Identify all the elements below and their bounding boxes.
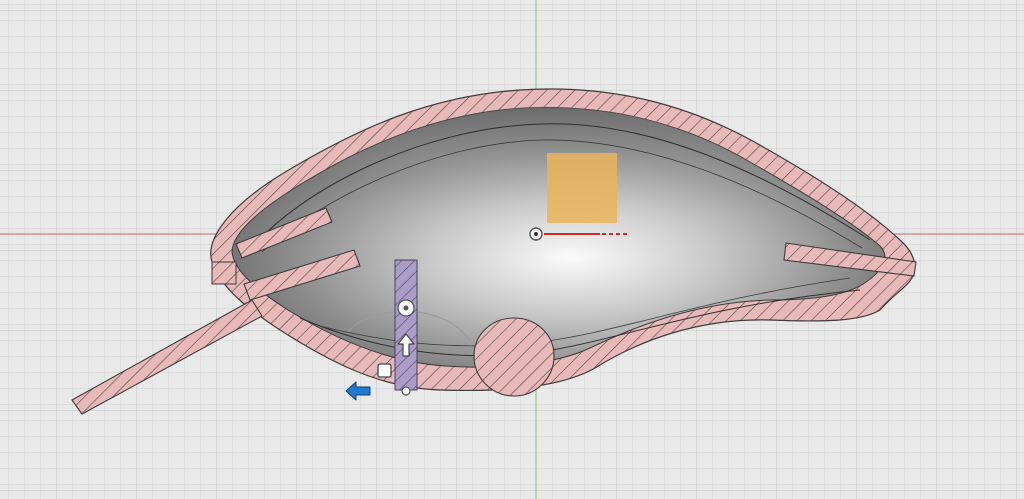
section-plane-manipulator[interactable] <box>394 259 418 391</box>
origin-point-icon[interactable] <box>529 227 543 241</box>
rotate-handle-center <box>403 305 409 311</box>
nose-tab[interactable] <box>211 261 237 285</box>
manipulator-end-handle[interactable] <box>401 386 411 396</box>
square-handle-icon[interactable] <box>377 363 392 378</box>
3d-viewport[interactable] <box>0 0 1024 499</box>
belly-weight-section[interactable] <box>473 317 555 397</box>
sketch-plane[interactable] <box>547 153 617 223</box>
viewport-canvas[interactable] <box>0 0 1024 499</box>
